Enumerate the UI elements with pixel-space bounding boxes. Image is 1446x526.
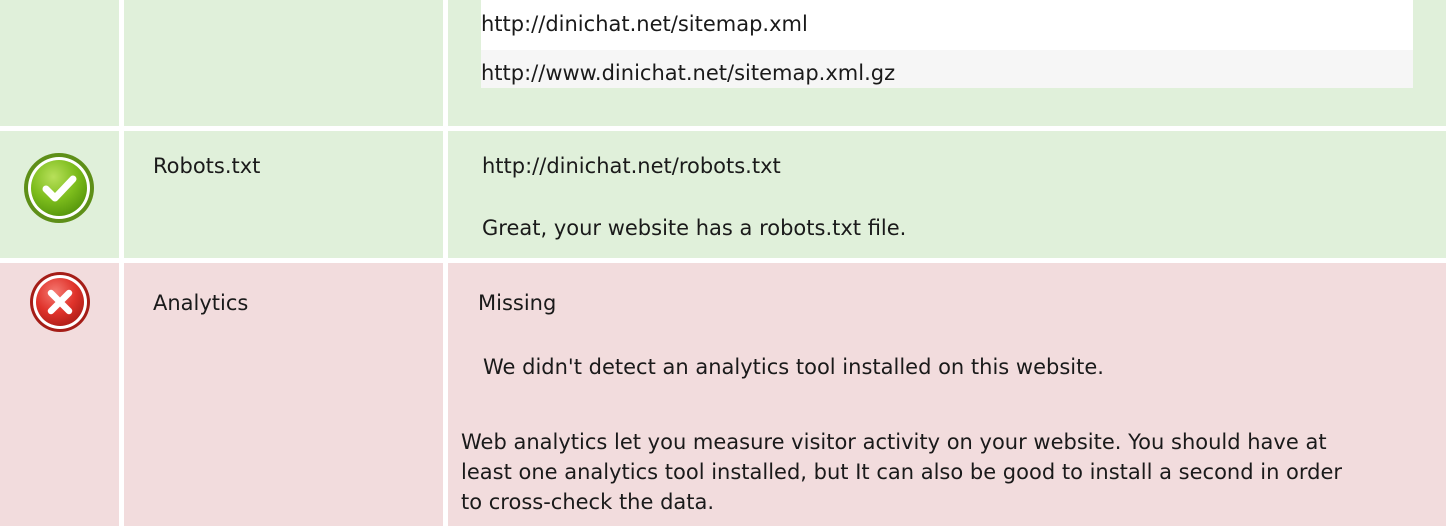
robots-label-cell: Robots.txt bbox=[124, 131, 443, 258]
sitemap-value-cell: http://dinichat.net/sitemap.xml http://w… bbox=[448, 0, 1446, 126]
robots-url[interactable]: http://dinichat.net/robots.txt bbox=[482, 154, 781, 178]
sitemap-label-cell bbox=[124, 0, 443, 126]
robots-value-cell: http://dinichat.net/robots.txt Great, yo… bbox=[448, 131, 1446, 258]
analytics-label: Analytics bbox=[153, 291, 249, 315]
analytics-status-text: Missing bbox=[478, 291, 557, 315]
sitemap-row: http://dinichat.net/sitemap.xml http://w… bbox=[0, 0, 1446, 126]
robots-message: Great, your website has a robots.txt fil… bbox=[482, 216, 907, 240]
analytics-status-cell bbox=[0, 263, 119, 526]
check-icon bbox=[24, 153, 94, 223]
analytics-label-cell: Analytics bbox=[124, 263, 443, 526]
sitemap-url-item[interactable]: http://www.dinichat.net/sitemap.xml.gz bbox=[481, 50, 1413, 88]
cross-icon bbox=[30, 272, 90, 332]
robots-status-cell bbox=[0, 131, 119, 258]
sitemap-url-text: http://dinichat.net/sitemap.xml bbox=[481, 12, 808, 36]
sitemap-status-cell bbox=[0, 0, 119, 126]
robots-row: Robots.txt http://dinichat.net/robots.tx… bbox=[0, 131, 1446, 258]
analytics-value-cell: Missing We didn't detect an analytics to… bbox=[448, 263, 1446, 526]
analytics-row: Analytics Missing We didn't detect an an… bbox=[0, 263, 1446, 526]
sitemap-url-item[interactable]: http://dinichat.net/sitemap.xml bbox=[481, 0, 1413, 50]
robots-label: Robots.txt bbox=[153, 154, 261, 178]
analytics-message: We didn't detect an analytics tool insta… bbox=[483, 355, 1104, 379]
sitemap-url-text: http://www.dinichat.net/sitemap.xml.gz bbox=[481, 61, 896, 85]
analytics-description: Web analytics let you measure visitor ac… bbox=[461, 430, 1343, 514]
